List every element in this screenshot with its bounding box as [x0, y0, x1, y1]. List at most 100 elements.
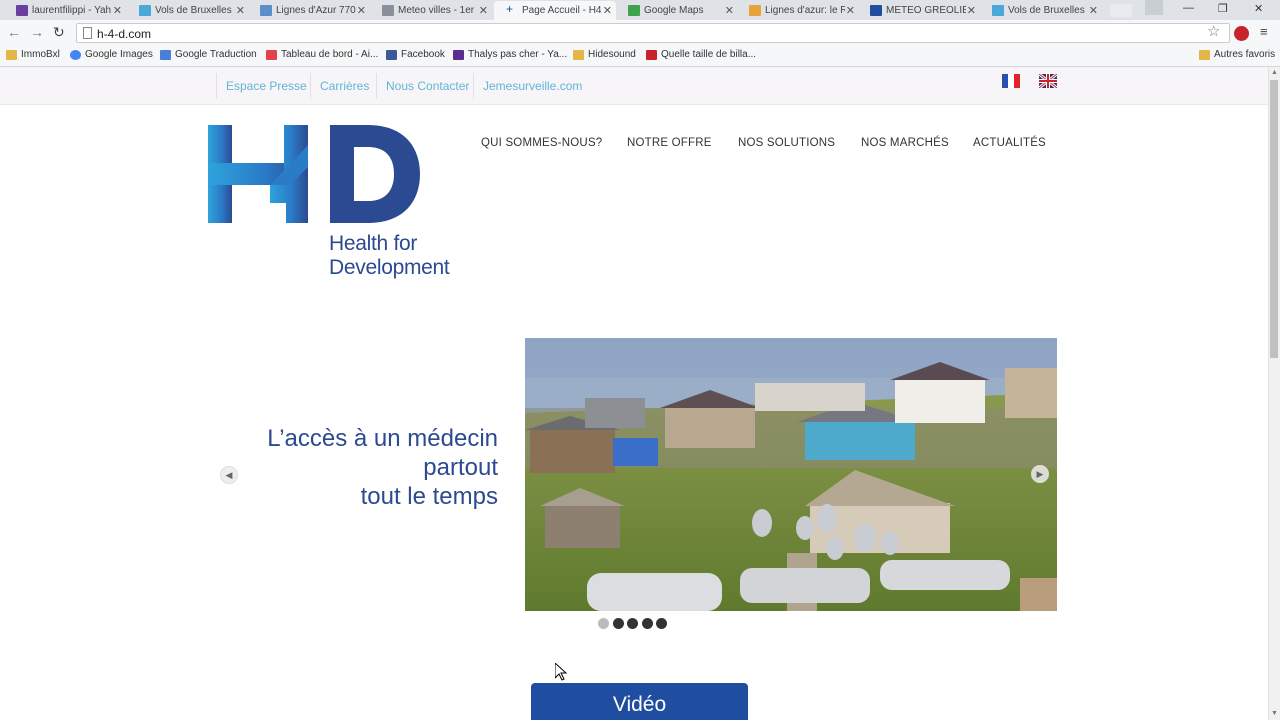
slider-next-icon[interactable]: ▶ [1031, 465, 1049, 483]
web-page: Espace Presse Carrières Nous Contacter J… [0, 67, 1268, 720]
nav-nos-marches[interactable]: NOS MARCHÉS [861, 137, 949, 149]
logo-tagline-2: Development [329, 256, 450, 279]
scroll-up-icon[interactable]: ▲ [1271, 69, 1278, 76]
browser-tab-1[interactable]: laurentfilippi - Yah ✕ [4, 1, 126, 20]
bookmark-item[interactable]: Thalys pas cher - Ya... [453, 49, 567, 60]
slider-dot[interactable] [627, 618, 638, 629]
close-icon[interactable]: ✕ [479, 4, 488, 17]
video-button[interactable]: Vidéo [531, 683, 748, 720]
tab-title: Lignes d'Azur 770 [276, 5, 356, 16]
bookmark-label: Quelle taille de billa... [661, 49, 757, 60]
scrollbar-thumb[interactable] [1270, 80, 1278, 358]
close-icon[interactable]: ✕ [1089, 4, 1098, 17]
browser-tab-3[interactable]: Lignes d'Azur 770 ✕ [248, 1, 370, 20]
browser-tab-2[interactable]: Vols de Bruxelles ✕ [127, 1, 249, 20]
nav-notre-offre[interactable]: NOTRE OFFRE [627, 137, 712, 149]
link-carrieres[interactable]: Carrières [310, 73, 378, 99]
profile-icon[interactable] [1145, 0, 1163, 15]
slider-dot[interactable] [598, 618, 609, 629]
bookmark-label: Google Traduction [175, 49, 257, 60]
bookmark-item[interactable]: Hidesound [573, 49, 636, 60]
browser-tab-5[interactable]: + Page Accueil - H4D ✕ [494, 1, 616, 20]
bookmark-label: Thalys pas cher - Ya... [468, 49, 568, 60]
tab-title: Page Accueil - H4D [522, 5, 602, 16]
url-text[interactable]: h-4-d.com [97, 27, 151, 41]
village-photo [525, 338, 1057, 611]
browser-tab-4[interactable]: Meteo villes - 1er ✕ [370, 1, 492, 20]
facebook-icon [386, 50, 397, 60]
plane-icon [139, 5, 151, 16]
extension-icon[interactable] [1234, 26, 1249, 41]
bookmark-item[interactable]: Facebook [386, 49, 445, 60]
address-bar[interactable]: h-4-d.com [76, 23, 1230, 43]
weather-icon [382, 5, 394, 16]
google-icon [70, 50, 81, 60]
bus-icon [260, 5, 272, 16]
close-icon[interactable]: ✕ [967, 4, 976, 17]
nav-nos-solutions[interactable]: NOS SOLUTIONS [738, 137, 835, 149]
top-links-bar: Espace Presse Carrières Nous Contacter J… [0, 67, 1268, 105]
new-tab-button[interactable] [1110, 4, 1132, 17]
uk-flag-icon[interactable] [1039, 74, 1057, 88]
bookmark-item[interactable]: ImmoBxl [6, 49, 60, 60]
restore-icon[interactable]: ❐ [1218, 2, 1228, 15]
slider-image [525, 338, 1057, 611]
tab-title: Meteo villes - 1er [398, 5, 475, 16]
bookmark-item[interactable]: Google Traduction [160, 49, 257, 60]
slogan-line-3: tout le temps [360, 483, 498, 510]
close-icon[interactable]: ✕ [725, 4, 734, 17]
other-bookmarks-label: Autres favoris [1214, 49, 1276, 60]
browser-tab-6[interactable]: Google Maps ✕ [616, 1, 738, 20]
page-icon [83, 27, 92, 39]
close-icon[interactable]: ✕ [113, 4, 122, 17]
scroll-down-icon[interactable]: ▼ [1271, 710, 1278, 717]
link-espace-presse[interactable]: Espace Presse [216, 73, 316, 99]
bookmark-label: Tableau de bord - Ai... [281, 49, 379, 60]
link-nous-contacter[interactable]: Nous Contacter [376, 73, 478, 99]
browser-tab-9[interactable]: Vols de Bruxelles ✕ [980, 1, 1102, 20]
tab-strip: laurentfilippi - Yah ✕ Vols de Bruxelles… [0, 0, 1280, 20]
close-icon[interactable]: ✕ [236, 4, 245, 17]
site-icon [870, 5, 882, 16]
nav-qui-sommes-nous[interactable]: QUI SOMMES-NOUS? [481, 137, 602, 149]
tab-title: METEO GRÉOLIÈRES [886, 5, 966, 16]
close-icon[interactable]: ✕ [603, 4, 612, 17]
tab-title: Google Maps [644, 5, 704, 16]
bookmark-item[interactable]: Google Images [70, 49, 153, 60]
tab-title: laurentfilippi - Yah [32, 5, 112, 16]
bookmark-item[interactable]: Quelle taille de billa... [646, 49, 756, 60]
back-icon[interactable]: ← [7, 24, 21, 40]
bookmark-label: Google Images [85, 49, 153, 60]
slider-dot[interactable] [642, 618, 653, 629]
mail-icon [16, 5, 28, 16]
close-window-icon[interactable]: ✕ [1254, 2, 1263, 15]
link-jemesurveille[interactable]: Jemesurveille.com [473, 73, 591, 99]
h4d-logo[interactable]: Health for Development [208, 125, 468, 285]
bookmark-label: ImmoBxl [21, 49, 60, 60]
menu-icon[interactable]: ≡ [1260, 24, 1268, 39]
browser-tab-8[interactable]: METEO GRÉOLIÈRES ✕ [858, 1, 980, 20]
slider-dot[interactable] [656, 618, 667, 629]
other-bookmarks[interactable]: Autres favoris [1199, 49, 1275, 60]
yahoo-icon [453, 50, 464, 60]
star-icon[interactable]: ☆ [1207, 22, 1220, 40]
nav-actualites[interactable]: ACTUALITÉS [973, 137, 1046, 149]
slider-prev-icon[interactable]: ◀ [220, 466, 238, 484]
minimize-icon[interactable]: — [1183, 2, 1194, 14]
close-icon[interactable]: ✕ [846, 4, 855, 17]
french-flag-icon[interactable] [1002, 74, 1020, 88]
tab-title: Lignes d'azur: le R [765, 5, 845, 16]
reload-icon[interactable]: ↻ [53, 24, 65, 41]
folder-icon [6, 50, 17, 60]
slogan-line-1: L’accès à un médecin [267, 425, 498, 452]
bookmark-label: Hidesound [588, 49, 636, 60]
browser-tab-7[interactable]: Lignes d'azur: le R ✕ [737, 1, 859, 20]
tab-title: Vols de Bruxelles [1008, 5, 1085, 16]
tab-title: Vols de Bruxelles [155, 5, 232, 16]
forward-icon[interactable]: → [30, 24, 44, 40]
slider-dot[interactable] [613, 618, 624, 629]
close-icon[interactable]: ✕ [357, 4, 366, 17]
h4d-logo-mark [208, 125, 420, 223]
browser-toolbar: ← → ↻ h-4-d.com [0, 20, 1280, 46]
bookmark-item[interactable]: Tableau de bord - Ai... [266, 49, 378, 60]
